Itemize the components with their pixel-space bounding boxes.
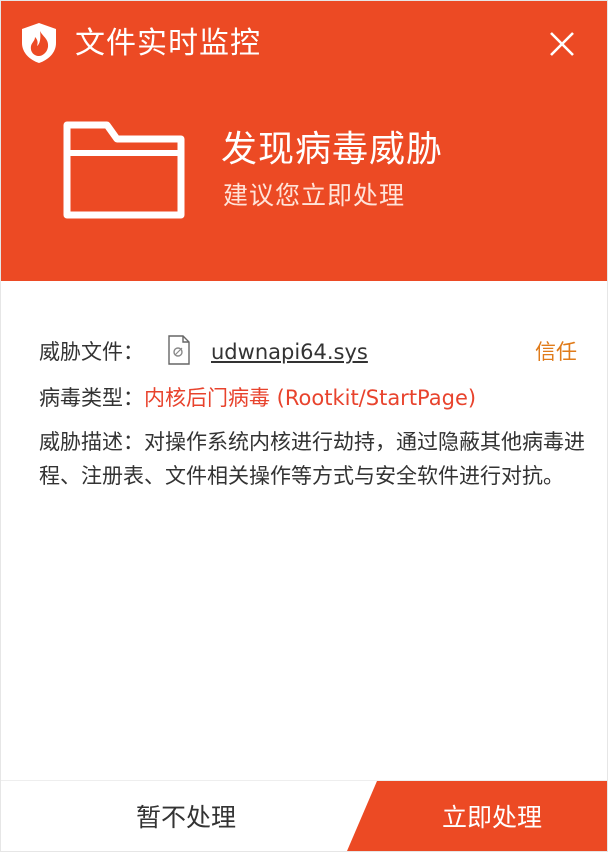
window-title: 文件实时监控 bbox=[75, 26, 261, 61]
threat-description-label: 威胁描述： bbox=[39, 430, 144, 454]
handle-now-button[interactable]: 立即处理 bbox=[347, 781, 607, 851]
virus-type-label: 病毒类型： bbox=[39, 386, 144, 410]
alert-header: 文件实时监控 发现病毒威胁 建议您立即处理 bbox=[1, 1, 607, 281]
handle-now-button-label: 立即处理 bbox=[441, 803, 542, 832]
alert-subtitle: 建议您立即处理 bbox=[223, 181, 406, 210]
virus-type-value: 内核后门病毒 (Rootkit/StartPage) bbox=[144, 386, 477, 410]
alert-title: 发现病毒威胁 bbox=[221, 129, 444, 170]
virus-type-row: 病毒类型：内核后门病毒 (Rootkit/StartPage) bbox=[39, 383, 587, 413]
shield-flame-icon bbox=[22, 23, 56, 63]
threat-details: 威胁文件： udwnapi64.sys 信任 病毒类型：内核后门病毒 (Root… bbox=[39, 335, 587, 493]
trust-button[interactable]: 信任 bbox=[535, 337, 577, 367]
threat-file-row: 威胁文件： udwnapi64.sys 信任 bbox=[39, 335, 587, 371]
close-icon[interactable] bbox=[549, 31, 575, 57]
threat-description-row: 威胁描述：对操作系统内核进行劫持，通过隐蔽其他病毒进程、注册表、文件相关操作等方… bbox=[39, 425, 587, 493]
action-bar: 暂不处理 立即处理 bbox=[1, 780, 607, 851]
file-monitor-window: 文件实时监控 发现病毒威胁 建议您立即处理 威胁文件： udwnapi64.sy… bbox=[0, 0, 608, 852]
file-icon bbox=[168, 335, 190, 365]
ignore-button-label: 暂不处理 bbox=[135, 803, 236, 832]
threat-file-name[interactable]: udwnapi64.sys bbox=[211, 337, 368, 367]
ignore-button[interactable]: 暂不处理 bbox=[1, 781, 371, 851]
threat-file-label: 威胁文件： bbox=[39, 340, 144, 364]
folder-icon bbox=[63, 121, 185, 219]
